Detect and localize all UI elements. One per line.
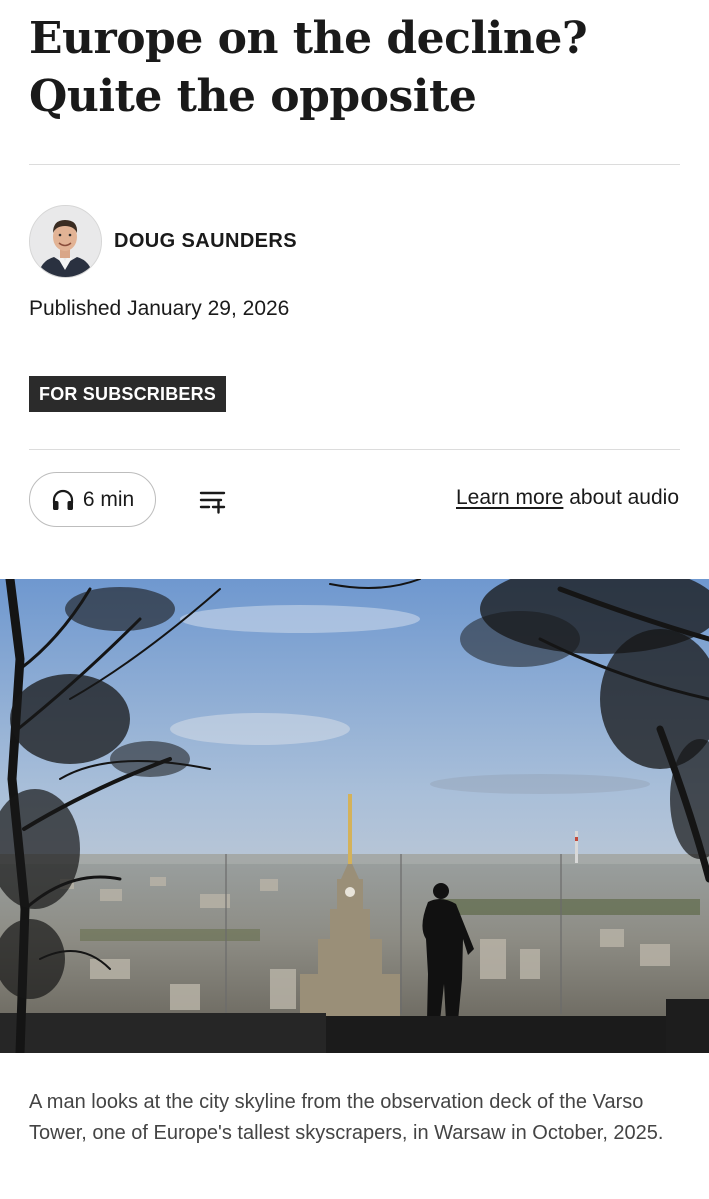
article-page: Europe on the decline? Quite the opposit… (0, 0, 709, 1199)
divider-top (29, 164, 680, 165)
author-name[interactable]: DOUG SAUNDERS (114, 230, 297, 253)
author-portrait-icon (30, 205, 101, 277)
warsaw-skyline-image (0, 579, 709, 1053)
divider-audio (29, 449, 680, 450)
article-photo[interactable] (0, 579, 709, 1053)
byline: DOUG SAUNDERS (29, 204, 297, 278)
headphones-icon (52, 489, 73, 510)
add-to-queue-icon[interactable] (199, 487, 227, 515)
learn-more-audio: Learn more about audio (456, 486, 679, 510)
subscriber-badge: FOR SUBSCRIBERS (29, 376, 227, 412)
published-date: Published January 29, 2026 (29, 297, 290, 320)
photo-caption: A man looks at the city skyline from the… (29, 1091, 664, 1144)
article-headline: Europe on the decline? Quite the opposit… (29, 13, 588, 122)
author-avatar[interactable] (29, 204, 102, 278)
listen-button[interactable]: 6 min (29, 472, 156, 527)
learn-more-suffix: about audio (563, 486, 679, 509)
audio-duration: 6 min (82, 487, 135, 511)
learn-more-link[interactable]: Learn more (456, 486, 563, 509)
